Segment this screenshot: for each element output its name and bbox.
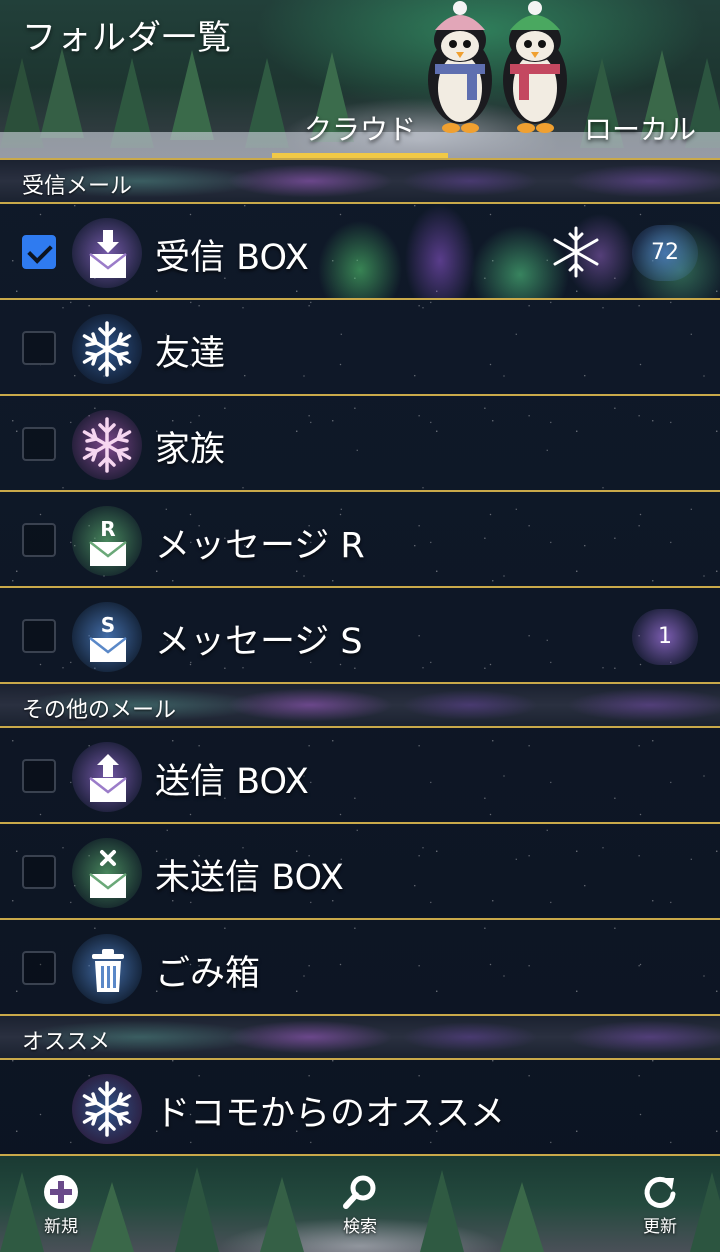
- tree-decoration: [500, 1182, 544, 1252]
- folder-label: メッセージ S: [155, 622, 363, 662]
- tab-cloud[interactable]: クラウド: [272, 108, 448, 158]
- folder-row-inbox[interactable]: 受信 BOX 72: [0, 204, 720, 300]
- section-header-recommend: オススメ: [0, 1016, 720, 1060]
- folder-checkbox[interactable]: [22, 427, 56, 461]
- new-label: 新規: [44, 1217, 78, 1237]
- search-label: 検索: [343, 1217, 377, 1237]
- mail-s-icon: S: [72, 602, 142, 672]
- mail-r-icon: R: [72, 506, 142, 576]
- folder-row-message-s[interactable]: S メッセージ S 1: [0, 588, 720, 684]
- tab-local[interactable]: ローカル: [560, 108, 720, 158]
- snowflake-pink-icon: [72, 410, 142, 480]
- section-header-other: その他のメール: [0, 684, 720, 728]
- section-title: オススメ: [22, 1030, 111, 1055]
- folder-checkbox[interactable]: [22, 855, 56, 889]
- section-header-received: 受信メール: [0, 160, 720, 204]
- folder-label: 受信 BOX: [155, 238, 309, 278]
- section-title: その他のメール: [22, 698, 177, 723]
- folder-checkbox[interactable]: [22, 619, 56, 653]
- inbox-download-icon: [72, 218, 142, 288]
- folder-row-unsent[interactable]: 未送信 BOX: [0, 824, 720, 920]
- unread-count-badge: 1: [632, 609, 698, 665]
- header: フォルダ一覧 クラウド ローカル: [0, 0, 720, 158]
- folder-row-trash[interactable]: ごみ箱: [0, 920, 720, 1016]
- plus-circle-icon: [44, 1175, 78, 1209]
- snowflake-icon: [553, 226, 599, 278]
- svg-text:R: R: [100, 517, 115, 541]
- search-icon: [343, 1175, 376, 1209]
- folder-label: ドコモからのオススメ: [155, 1094, 506, 1134]
- folder-label: 未送信 BOX: [155, 858, 344, 898]
- snowflake-recommend-icon: [72, 1074, 142, 1144]
- folder-checkbox[interactable]: [22, 523, 56, 557]
- section-title: 受信メール: [22, 174, 133, 199]
- refresh-label: 更新: [643, 1217, 677, 1237]
- folder-row-message-r[interactable]: R メッセージ R: [0, 492, 720, 588]
- tree-decoration: [40, 48, 84, 138]
- trash-icon: [72, 934, 142, 1004]
- folder-row-docomo-recommend[interactable]: ドコモからのオススメ: [0, 1060, 720, 1156]
- unread-count-badge: 72: [632, 225, 698, 281]
- folder-label: 送信 BOX: [155, 762, 309, 802]
- folder-checkbox[interactable]: [22, 235, 56, 269]
- tree-decoration: [90, 1182, 134, 1252]
- new-button[interactable]: 新規: [26, 1172, 96, 1242]
- tree-decoration: [260, 1177, 304, 1252]
- svg-text:S: S: [101, 613, 115, 637]
- folder-row-family[interactable]: 家族: [0, 396, 720, 492]
- folder-label: メッセージ R: [155, 526, 365, 566]
- folder-label: 友達: [155, 334, 226, 374]
- folder-label: ごみ箱: [155, 954, 261, 994]
- folder-label: 家族: [155, 430, 226, 470]
- folder-row-outbox[interactable]: 送信 BOX: [0, 728, 720, 824]
- folder-row-friends[interactable]: 友達: [0, 300, 720, 396]
- search-button[interactable]: 検索: [325, 1172, 395, 1242]
- folder-checkbox[interactable]: [22, 331, 56, 365]
- tree-decoration: [170, 50, 214, 140]
- folder-checkbox[interactable]: [22, 951, 56, 985]
- refresh-icon: [644, 1176, 676, 1208]
- mail-unsent-icon: [72, 838, 142, 908]
- outbox-upload-icon: [72, 742, 142, 812]
- page-title: フォルダ一覧: [22, 18, 232, 58]
- snowflake-blue-icon: [72, 314, 142, 384]
- tree-decoration: [175, 1167, 219, 1252]
- refresh-button[interactable]: 更新: [625, 1172, 695, 1242]
- bottom-toolbar: 新規 検索 更新: [0, 1156, 720, 1252]
- tree-decoration: [420, 1170, 464, 1252]
- folder-checkbox[interactable]: [22, 759, 56, 793]
